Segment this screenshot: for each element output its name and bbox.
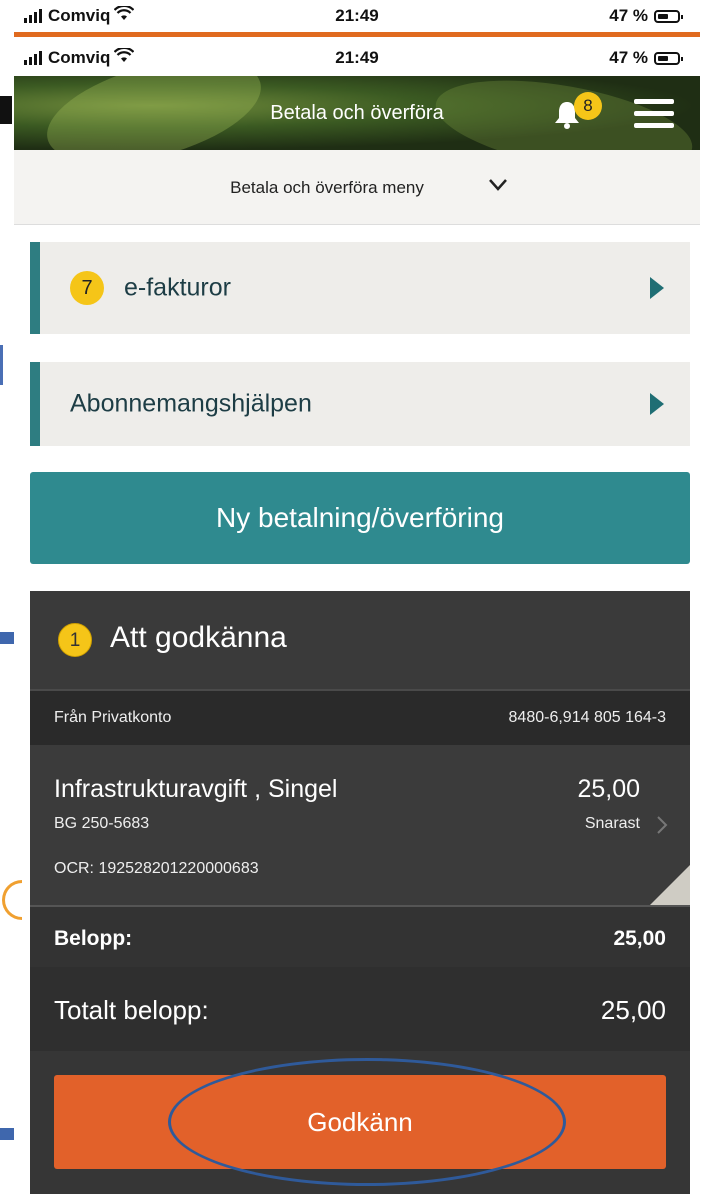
submenu-toggle[interactable]: Betala och överföra meny — [14, 150, 700, 225]
edge-artifact — [0, 632, 14, 644]
from-label: Från Privatkonto — [54, 709, 172, 726]
amount-row: Belopp: 25,00 — [30, 905, 690, 967]
battery-percent: 47 % — [609, 6, 648, 25]
card-title: Att godkänna — [110, 621, 287, 654]
edge-artifact — [2, 880, 22, 920]
battery-icon — [654, 9, 683, 23]
clock: 21:49 — [335, 48, 379, 67]
new-payment-button[interactable]: Ny betalning/överföring — [30, 472, 690, 564]
corner-fold — [650, 865, 690, 905]
list-item-e-fakturor[interactable]: 7 e-fakturor — [30, 242, 690, 334]
total-row: Totalt belopp: 25,00 — [30, 967, 690, 1051]
submenu-label: Betala och överföra meny — [230, 178, 424, 197]
edge-artifact — [0, 1128, 14, 1140]
divider-line — [14, 32, 700, 37]
battery-icon — [654, 51, 683, 65]
edge-artifact — [0, 96, 12, 124]
edge-artifact — [0, 345, 3, 385]
payment-ocr: OCR: 192528201220000683 — [54, 860, 259, 877]
amount-label: Belopp: — [54, 927, 133, 950]
amount-value: 25,00 — [613, 927, 666, 950]
from-account-number: 8480-6,914 805 164-3 — [508, 709, 666, 726]
app-header: Betala och överföra 8 — [14, 76, 700, 150]
battery-percent: 47 % — [609, 48, 648, 67]
payment-amount: 25,00 — [577, 775, 640, 803]
menu-icon[interactable] — [634, 99, 674, 128]
clock: 21:49 — [335, 6, 379, 25]
total-label: Totalt belopp: — [54, 995, 209, 1025]
card-header: 1 Att godkänna — [30, 591, 690, 689]
notification-badge: 8 — [574, 92, 602, 120]
from-account-row: Från Privatkonto 8480-6,914 805 164-3 — [30, 689, 690, 745]
payment-bankgiro: BG 250-5683 — [54, 815, 150, 832]
payment-row[interactable]: Infrastrukturavgift , Singel BG 250-5683… — [30, 745, 690, 905]
count-badge: 7 — [70, 271, 104, 305]
list-item-label: Abonnemangshjälpen — [70, 389, 312, 418]
status-bar: Comviq 21:49 47 % — [14, 42, 700, 76]
chevron-right-icon — [657, 816, 668, 834]
count-badge: 1 — [58, 623, 92, 657]
list-item-label: e-fakturor — [124, 273, 231, 302]
list-item-abonnemangshjalpen[interactable]: Abonnemangshjälpen — [30, 362, 690, 446]
total-value: 25,00 — [600, 995, 666, 1025]
payment-date: Snarast — [584, 815, 640, 832]
caret-right-icon — [650, 277, 664, 299]
payment-name: Infrastrukturavgift , Singel — [54, 775, 338, 803]
caret-right-icon — [650, 393, 664, 415]
chevron-down-icon — [489, 179, 507, 191]
highlight-ellipse — [168, 1058, 566, 1186]
